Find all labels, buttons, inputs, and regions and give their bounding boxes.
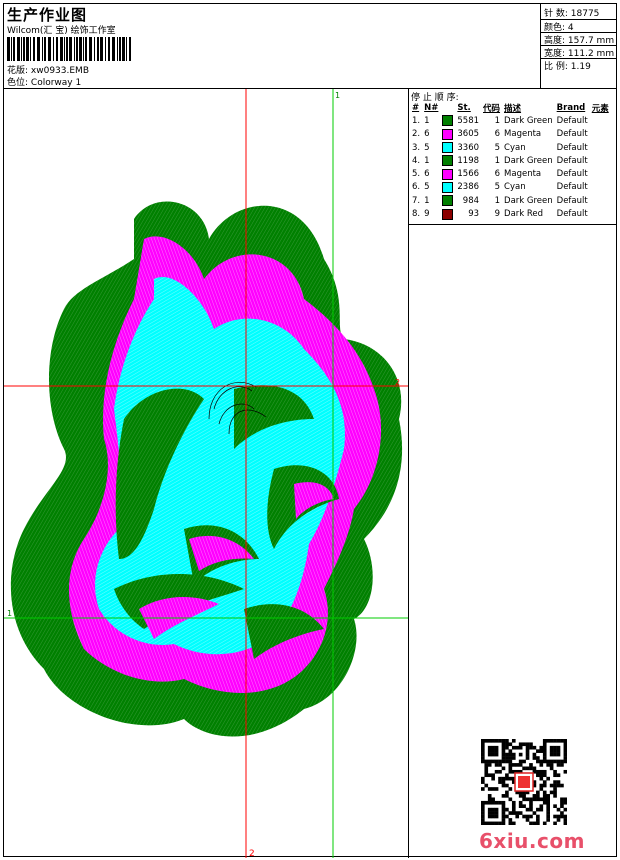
header-panel: 生产作业图 Wilcom(汇 宝) 绘饰工作室 花版: xw0933.EMB 色… [4, 4, 541, 89]
color-swatch [442, 168, 454, 180]
page-title: 生产作业图 [7, 6, 88, 24]
col-swatch [440, 101, 455, 114]
col-brand: Brand [556, 102, 586, 113]
stop-sequence-table: # N# St. 代码 描述 Brand 元素 1. 1 5581 1 Dark Gre… [410, 101, 611, 221]
table-row: 4. 1 1198 1 Dark Green Default [412, 155, 588, 167]
stat-scale: 比 例: 1.19 [544, 62, 591, 72]
marker-right: 2 [395, 378, 400, 387]
table-row: 1. 1 5581 1 Dark Green Default [412, 115, 588, 127]
embroidery-rose-image: 1 2 1 2 [4, 89, 408, 858]
stop-sequence-panel: 停 止 顺 序: # N# St. 代码 描述 Brand 元素 1. 1 5581… [409, 89, 616, 858]
color-swatch [442, 128, 454, 140]
qr-code-icon [481, 739, 567, 825]
col-needle: N# [424, 102, 439, 113]
color-swatch [442, 155, 454, 167]
colorway-line: 色位: Colorway 1 [7, 75, 81, 88]
marker-bottom: 2 [249, 849, 255, 858]
table-row: 5. 6 1566 6 Magenta Default [412, 168, 588, 180]
panel-divider [409, 224, 616, 225]
company-name: Wilcom(汇 宝) 绘饰工作室 [7, 26, 116, 36]
table-row: 2. 6 3605 6 Magenta Default [412, 128, 588, 140]
table-header-row: # N# St. 代码 描述 Brand 元素 [410, 101, 611, 114]
marker-left: 1 [7, 609, 12, 618]
col-index: # [412, 102, 420, 113]
table-row: 3. 5 3360 5 Cyan Default [412, 142, 588, 154]
stats-panel: 针 数: 18775 颜色: 4 高度: 157.7 mm 宽度: 111.2 … [541, 4, 616, 89]
stat-stitches: 针 数: 18775 [544, 9, 600, 19]
table-row: 7. 1 984 1 Dark Green Default [412, 195, 588, 207]
colorway-value: Colorway 1 [30, 78, 82, 88]
color-swatch [442, 181, 454, 193]
color-swatch [442, 115, 454, 127]
design-preview: 1 2 1 2 [4, 89, 409, 858]
col-stitches: St. [457, 102, 471, 113]
worksheet: 生产作业图 Wilcom(汇 宝) 绘饰工作室 花版: xw0933.EMB 色… [3, 3, 617, 858]
colorway-label: 色位: [7, 78, 29, 88]
table-row: 6. 5 2386 5 Cyan Default [412, 181, 588, 193]
color-swatch [442, 195, 454, 207]
color-swatch [442, 142, 454, 154]
col-description: 描述 [504, 103, 522, 114]
color-swatch [442, 208, 454, 220]
watermark-text: 6xiu.com [479, 829, 585, 853]
col-element: 元素 [591, 103, 609, 114]
col-code: 代码 [483, 103, 501, 114]
barcode-icon [7, 37, 131, 61]
table-row: 8. 9 93 9 Dark Red Default [412, 208, 588, 220]
marker-top: 1 [335, 91, 340, 100]
